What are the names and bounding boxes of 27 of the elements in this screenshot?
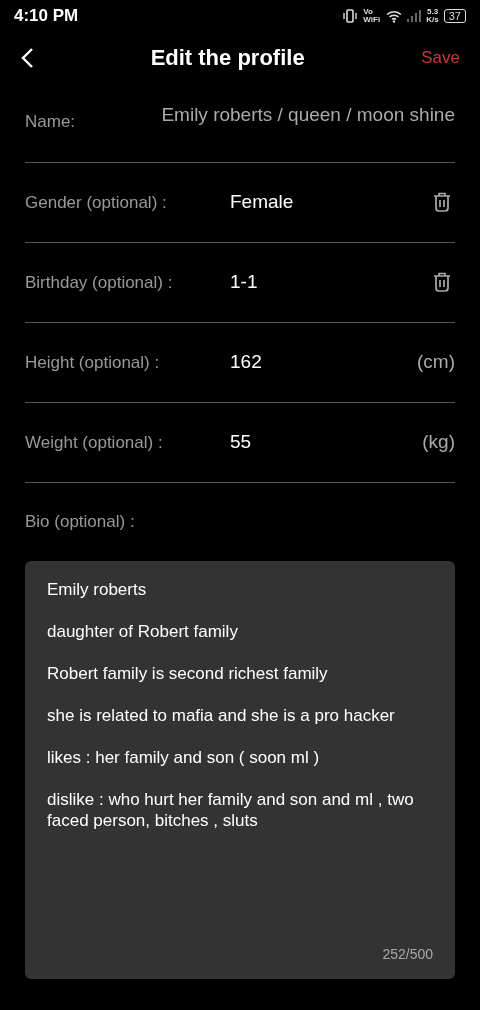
- field-label: Height (optional) :: [25, 352, 160, 373]
- vibrate-icon: [342, 9, 359, 23]
- field-label: Weight (optional) :: [25, 432, 163, 453]
- bio-label: Bio (optional) :: [25, 512, 135, 532]
- battery-indicator: 37: [443, 9, 466, 23]
- unit-label: (cm): [417, 351, 455, 373]
- field-value[interactable]: 55: [230, 431, 252, 453]
- field-value[interactable]: Female: [230, 191, 294, 213]
- bio-field[interactable]: Emily roberts daughter of Robert family Robert family is second richest family she is related to mafia and she is a pro hacker likes : her family and son ( soon ml ) dislike : who hurt her family and son and ml , two faced person, bitches , sluts 252/500: [25, 561, 455, 979]
- field-label: Birthday (optional) :: [25, 272, 173, 293]
- network-label: Vo WiFi: [363, 8, 382, 24]
- field-label: Name:: [25, 112, 76, 132]
- field-value[interactable]: 162: [230, 351, 262, 373]
- trash-icon[interactable]: [433, 272, 451, 292]
- name-field[interactable]: Emily roberts / queen / moon shine: [161, 104, 455, 126]
- page-title: Edit the profile: [150, 45, 305, 71]
- wifi-icon: [386, 9, 403, 23]
- trash-icon[interactable]: [433, 192, 451, 212]
- speed-value: 5.3: [426, 8, 439, 16]
- speed-unit: K/s: [426, 16, 439, 24]
- field-label: Gender (optional) :: [25, 192, 167, 213]
- back-icon[interactable]: [20, 47, 34, 69]
- signal-icon: [407, 10, 422, 22]
- status-time: 4:10 PM: [14, 6, 79, 26]
- unit-label: (kg): [422, 431, 455, 453]
- field-value[interactable]: 1-1: [230, 271, 258, 293]
- save-button[interactable]: Save: [421, 48, 460, 68]
